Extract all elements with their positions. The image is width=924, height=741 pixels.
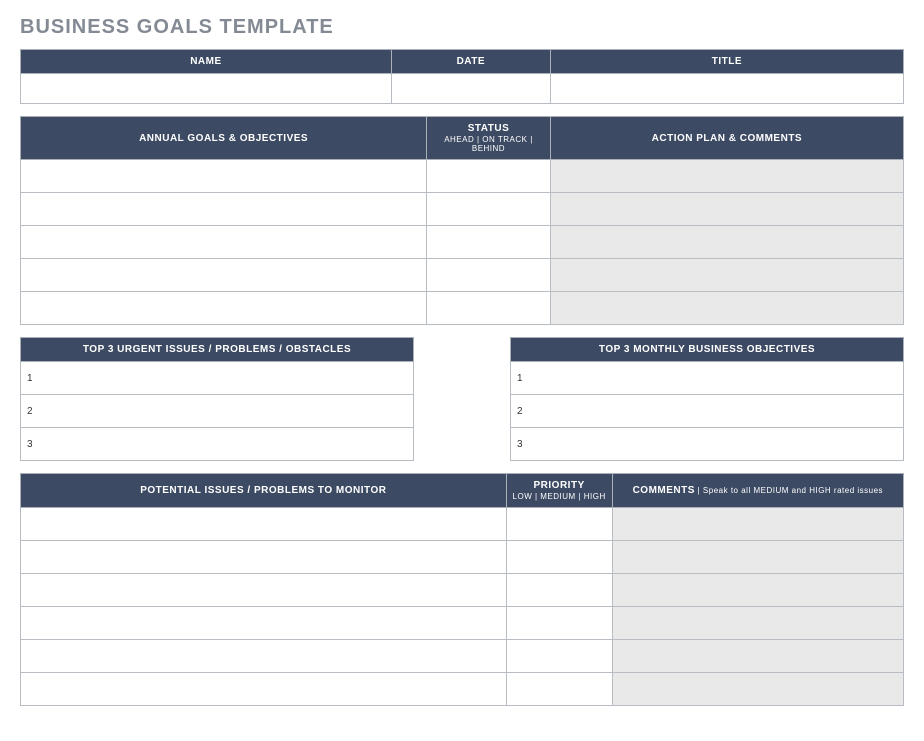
annual-goal-cell[interactable]	[21, 193, 427, 226]
annual-action-cell[interactable]	[550, 193, 903, 226]
table-row	[21, 673, 904, 706]
table-row	[21, 607, 904, 640]
urgent-issues-table: TOP 3 URGENT ISSUES / PROBLEMS / OBSTACL…	[20, 337, 414, 461]
potential-comment-cell[interactable]	[612, 508, 903, 541]
monthly-row-value[interactable]	[707, 395, 904, 428]
urgent-row-num: 2	[21, 395, 218, 428]
potential-priority-cell[interactable]	[506, 607, 612, 640]
table-row: 1	[21, 362, 414, 395]
potential-issues-table: POTENTIAL ISSUES / PROBLEMS TO MONITOR P…	[20, 473, 904, 706]
monthly-objectives-table: TOP 3 MONTHLY BUSINESS OBJECTIVES 1 2 3	[510, 337, 904, 461]
page-title: BUSINESS GOALS TEMPLATE	[20, 16, 904, 39]
annual-goal-cell[interactable]	[21, 292, 427, 325]
urgent-row-num: 1	[21, 362, 218, 395]
table-row	[21, 160, 904, 193]
potential-comment-cell[interactable]	[612, 673, 903, 706]
potential-priority-header: PRIORITY LOW | MEDIUM | HIGH	[506, 474, 612, 508]
annual-action-cell[interactable]	[550, 292, 903, 325]
info-name-cell[interactable]	[21, 74, 392, 104]
table-row	[21, 640, 904, 673]
potential-comments-label: COMMENTS	[633, 485, 695, 496]
monthly-row-value[interactable]	[707, 362, 904, 395]
potential-comments-header: COMMENTS | Speak to all MEDIUM and HIGH …	[612, 474, 903, 508]
table-row: 2	[21, 395, 414, 428]
potential-priority-label: PRIORITY	[534, 480, 585, 491]
info-name-header: NAME	[21, 50, 392, 74]
potential-issue-cell[interactable]	[21, 574, 507, 607]
urgent-row-value[interactable]	[217, 395, 414, 428]
potential-issue-cell[interactable]	[21, 673, 507, 706]
potential-issue-cell[interactable]	[21, 508, 507, 541]
info-title-cell[interactable]	[550, 74, 903, 104]
potential-comment-cell[interactable]	[612, 607, 903, 640]
potential-priority-cell[interactable]	[506, 673, 612, 706]
table-row: 3	[511, 428, 904, 461]
monthly-row-num: 1	[511, 362, 708, 395]
urgent-row-num: 3	[21, 428, 218, 461]
table-row	[21, 292, 904, 325]
annual-status-sub: AHEAD | ON TRACK | BEHIND	[431, 135, 546, 153]
annual-status-cell[interactable]	[427, 292, 551, 325]
table-row: 1	[511, 362, 904, 395]
potential-issue-cell[interactable]	[21, 541, 507, 574]
annual-action-cell[interactable]	[550, 259, 903, 292]
table-row	[21, 574, 904, 607]
potential-priority-cell[interactable]	[506, 541, 612, 574]
annual-goal-cell[interactable]	[21, 226, 427, 259]
potential-comment-cell[interactable]	[612, 574, 903, 607]
annual-goal-cell[interactable]	[21, 259, 427, 292]
info-title-header: TITLE	[550, 50, 903, 74]
potential-priority-cell[interactable]	[506, 640, 612, 673]
annual-status-cell[interactable]	[427, 226, 551, 259]
annual-action-header: ACTION PLAN & COMMENTS	[550, 117, 903, 160]
table-row	[21, 193, 904, 226]
table-row: 2	[511, 395, 904, 428]
urgent-row-value[interactable]	[217, 362, 414, 395]
monthly-row-num: 2	[511, 395, 708, 428]
monthly-objectives-header: TOP 3 MONTHLY BUSINESS OBJECTIVES	[511, 338, 904, 362]
annual-goals-table: ANNUAL GOALS & OBJECTIVES STATUS AHEAD |…	[20, 116, 904, 325]
table-row	[21, 541, 904, 574]
potential-priority-sub: LOW | MEDIUM | HIGH	[511, 492, 608, 501]
table-row	[21, 508, 904, 541]
info-date-cell[interactable]	[391, 74, 550, 104]
potential-comment-cell[interactable]	[612, 541, 903, 574]
potential-priority-cell[interactable]	[506, 508, 612, 541]
table-row: 3	[21, 428, 414, 461]
potential-comments-sub: | Speak to all MEDIUM and HIGH rated iss…	[695, 486, 883, 495]
annual-status-cell[interactable]	[427, 160, 551, 193]
monthly-row-num: 3	[511, 428, 708, 461]
annual-goals-header: ANNUAL GOALS & OBJECTIVES	[21, 117, 427, 160]
potential-issue-cell[interactable]	[21, 640, 507, 673]
annual-status-cell[interactable]	[427, 259, 551, 292]
monthly-row-value[interactable]	[707, 428, 904, 461]
potential-issue-cell[interactable]	[21, 607, 507, 640]
table-row	[21, 259, 904, 292]
annual-status-label: STATUS	[468, 123, 510, 134]
urgent-issues-header: TOP 3 URGENT ISSUES / PROBLEMS / OBSTACL…	[21, 338, 414, 362]
urgent-row-value[interactable]	[217, 428, 414, 461]
potential-comment-cell[interactable]	[612, 640, 903, 673]
potential-priority-cell[interactable]	[506, 574, 612, 607]
annual-status-header: STATUS AHEAD | ON TRACK | BEHIND	[427, 117, 551, 160]
table-row	[21, 226, 904, 259]
annual-action-cell[interactable]	[550, 160, 903, 193]
annual-goal-cell[interactable]	[21, 160, 427, 193]
annual-status-cell[interactable]	[427, 193, 551, 226]
annual-action-cell[interactable]	[550, 226, 903, 259]
info-date-header: DATE	[391, 50, 550, 74]
potential-issues-header: POTENTIAL ISSUES / PROBLEMS TO MONITOR	[21, 474, 507, 508]
info-table: NAME DATE TITLE	[20, 49, 904, 104]
